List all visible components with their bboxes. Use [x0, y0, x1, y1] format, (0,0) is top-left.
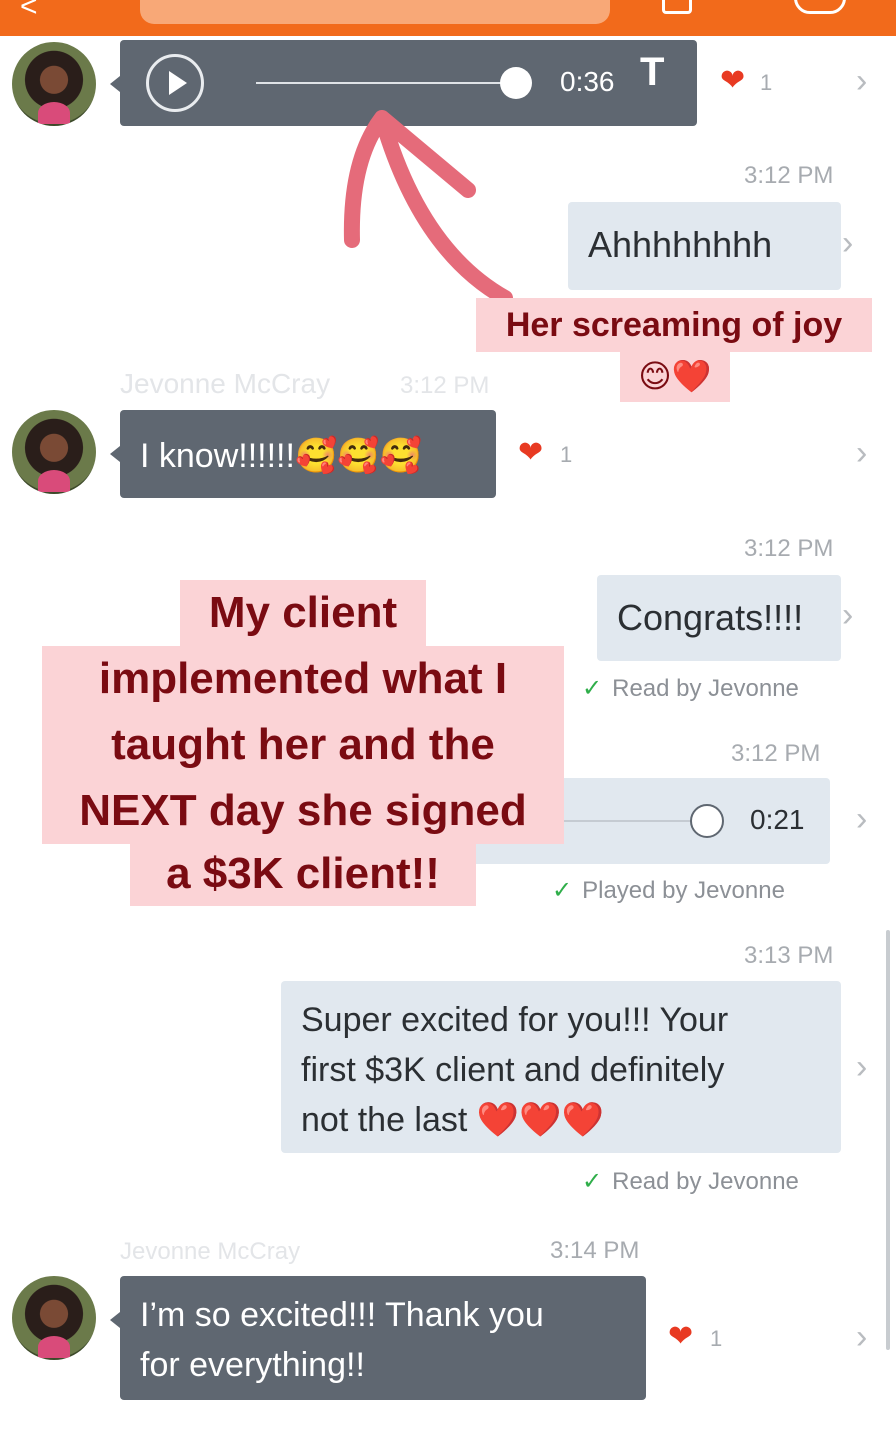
- annotation-callout-line: implemented what I: [42, 646, 564, 712]
- annotation-callout-line: NEXT day she signed: [42, 778, 564, 844]
- annotation-callout: Her screaming of joy: [476, 298, 872, 352]
- annotation-callout-line: taught her and the: [42, 712, 564, 778]
- annotation-emoji: 😊❤️: [620, 350, 730, 402]
- annotation-callout-line: My client: [180, 580, 426, 646]
- annotation-callout-line: a $3K client!!: [130, 842, 476, 906]
